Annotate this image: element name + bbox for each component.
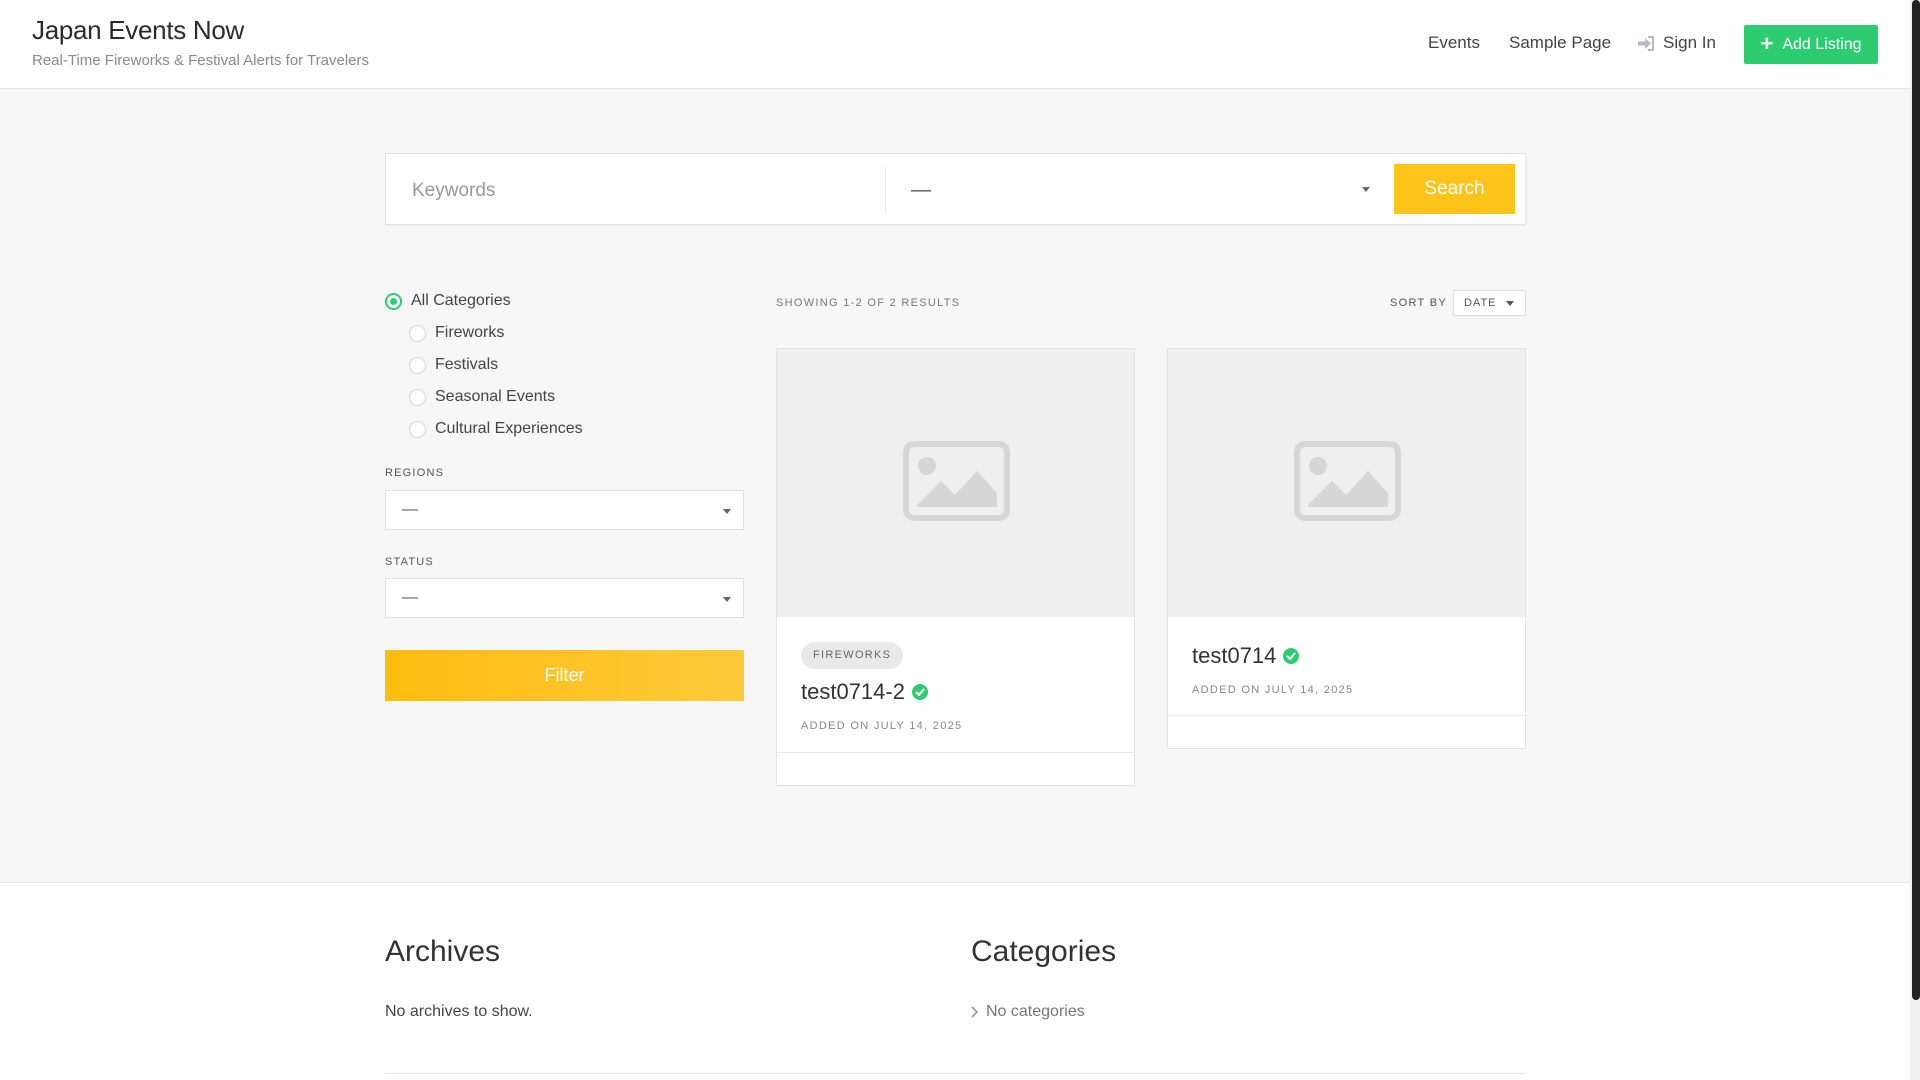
archives-widget-text: No archives to show.	[385, 1003, 533, 1020]
regions-select[interactable]: —	[385, 490, 744, 530]
sort-by-label: SORT BY	[1390, 297, 1447, 309]
verified-icon	[1283, 648, 1300, 664]
status-select-value: —	[402, 589, 418, 606]
keywords-input[interactable]: Keywords	[412, 180, 495, 202]
listing-image-placeholder[interactable]	[777, 349, 1134, 617]
status-select[interactable]: —	[385, 578, 744, 618]
nav-sample-page-link[interactable]: Sample Page	[1509, 33, 1611, 53]
nav-sign-in-link[interactable]: Sign In	[1638, 33, 1716, 53]
listing-card[interactable]: FIREWORKS test0714-2 ADDED ON JULY 14, 2…	[776, 348, 1135, 786]
verified-icon	[911, 684, 928, 700]
listing-date: ADDED ON JULY 14, 2025	[1192, 684, 1354, 696]
categories-widget-item: No categories	[971, 1003, 1085, 1021]
nav-events-link[interactable]: Events	[1428, 33, 1480, 53]
site-title[interactable]: Japan Events Now	[32, 15, 244, 46]
listing-title-text[interactable]: test0714	[1192, 643, 1276, 669]
listing-title-text[interactable]: test0714-2	[801, 679, 905, 705]
results-summary: SHOWING 1-2 OF 2 RESULTS	[776, 297, 961, 309]
chevron-right-icon	[971, 1006, 978, 1018]
sign-in-label: Sign In	[1663, 33, 1716, 52]
filter-button[interactable]: Filter	[385, 650, 744, 701]
regions-label: REGIONS	[385, 467, 445, 479]
radio-icon[interactable]	[409, 388, 426, 406]
caret-down-icon	[1506, 301, 1514, 306]
search-bar: Keywords — Search	[385, 153, 1526, 225]
status-label: STATUS	[385, 556, 434, 568]
categories-widget-text: No categories	[986, 1003, 1085, 1020]
site-header: Japan Events Now Real-Time Fireworks & F…	[0, 0, 1910, 89]
card-footer-divider	[1168, 715, 1525, 716]
listing-date: ADDED ON JULY 14, 2025	[801, 720, 963, 732]
caret-down-icon	[1362, 187, 1370, 192]
category-label: All Categories	[411, 292, 511, 309]
category-option-seasonal-events[interactable]: Seasonal Events	[409, 388, 555, 406]
category-label: Cultural Experiences	[435, 420, 583, 437]
radio-icon[interactable]	[409, 356, 426, 374]
category-label: Fireworks	[435, 324, 505, 341]
listing-title[interactable]: test0714-2	[801, 679, 928, 705]
radio-icon[interactable]	[409, 324, 426, 342]
category-label: Festivals	[435, 356, 499, 373]
image-placeholder-icon	[1294, 441, 1401, 521]
add-listing-button[interactable]: + Add Listing	[1744, 25, 1878, 64]
caret-down-icon	[723, 597, 731, 602]
card-footer-divider	[777, 752, 1134, 753]
category-option-festivals[interactable]: Festivals	[409, 356, 498, 374]
location-select[interactable]: —	[911, 179, 931, 202]
category-label: Seasonal Events	[435, 388, 556, 405]
site-footer: Archives No archives to show. Categories…	[0, 882, 1910, 1080]
site-tagline: Real-Time Fireworks & Festival Alerts fo…	[32, 52, 370, 69]
footer-divider	[385, 1073, 1526, 1074]
regions-select-value: —	[402, 501, 418, 518]
listing-title[interactable]: test0714	[1192, 643, 1300, 669]
add-listing-label: Add Listing	[1782, 35, 1862, 53]
archives-widget-title: Archives	[385, 935, 501, 968]
plus-icon: +	[1760, 30, 1774, 56]
search-divider	[885, 167, 886, 214]
caret-down-icon	[723, 509, 731, 514]
listing-card[interactable]: test0714 ADDED ON JULY 14, 2025	[1167, 348, 1526, 749]
listing-category-badge[interactable]: FIREWORKS	[801, 642, 904, 669]
radio-checked-icon[interactable]	[385, 292, 402, 310]
listing-image-placeholder[interactable]	[1168, 349, 1525, 617]
search-button[interactable]: Search	[1394, 164, 1515, 214]
sort-select[interactable]: DATE	[1453, 290, 1526, 316]
category-option-cultural-experiences[interactable]: Cultural Experiences	[409, 420, 583, 438]
radio-icon[interactable]	[409, 420, 426, 438]
page-scrollbar-thumb[interactable]	[1912, 0, 1920, 1000]
categories-widget-title: Categories	[971, 935, 1117, 968]
category-option-fireworks[interactable]: Fireworks	[409, 324, 504, 342]
image-placeholder-icon	[903, 441, 1010, 521]
category-option-all[interactable]: All Categories	[385, 292, 511, 310]
sort-select-value: DATE	[1464, 297, 1497, 309]
sign-in-icon	[1638, 35, 1654, 51]
